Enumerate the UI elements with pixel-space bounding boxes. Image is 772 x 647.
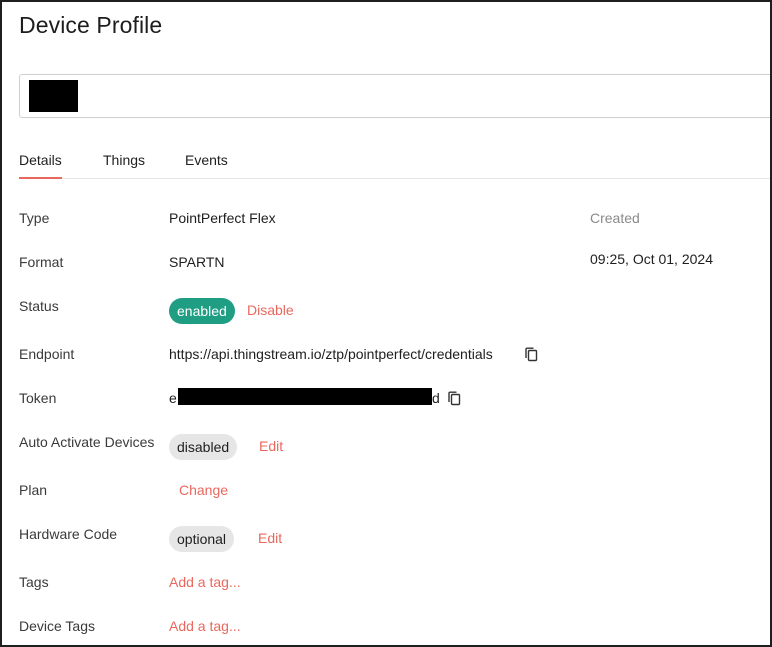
profile-name-field[interactable] — [19, 74, 770, 118]
redacted-name-block — [29, 80, 78, 112]
device-profile-panel: Device Profile Details Things Events Typ… — [0, 0, 772, 647]
add-tag-link[interactable]: Add a tag... — [169, 574, 241, 590]
tags-label: Tags — [19, 574, 49, 590]
auto-activate-edit-link[interactable]: Edit — [259, 438, 283, 454]
token-prefix: e — [169, 390, 177, 406]
plan-label: Plan — [19, 482, 48, 498]
format-label: Format — [19, 254, 64, 270]
status-label: Status — [19, 298, 59, 314]
page-title: Device Profile — [19, 12, 163, 38]
add-device-tag-link[interactable]: Add a tag... — [169, 618, 241, 634]
token-suffix: d — [432, 390, 440, 406]
tab-bar: Details Things Events — [19, 152, 770, 179]
auto-activate-badge: disabled — [169, 434, 238, 460]
format-value: SPARTN — [169, 254, 225, 270]
plan-change-link[interactable]: Change — [179, 482, 228, 498]
auto-activate-label: Auto Activate Devices — [19, 434, 155, 450]
endpoint-value: https://api.thingstream.io/ztp/pointperf… — [169, 346, 493, 362]
hardware-code-edit-link[interactable]: Edit — [258, 530, 282, 546]
copy-icon[interactable] — [447, 391, 461, 406]
status-badge: enabled — [169, 298, 235, 324]
type-label: Type — [19, 210, 50, 226]
tab-things[interactable]: Things — [103, 152, 145, 178]
endpoint-label: Endpoint — [19, 346, 75, 362]
copy-icon[interactable] — [524, 347, 538, 362]
tab-events[interactable]: Events — [185, 152, 228, 178]
created-label: Created — [590, 210, 640, 226]
tab-details[interactable]: Details — [19, 152, 62, 179]
type-value: PointPerfect Flex — [169, 210, 276, 226]
disable-link[interactable]: Disable — [247, 302, 294, 318]
created-value: 09:25, Oct 01, 2024 — [590, 251, 713, 267]
token-label: Token — [19, 390, 57, 406]
hardware-code-label: Hardware Code — [19, 526, 118, 542]
token-redaction — [178, 388, 432, 405]
device-tags-label: Device Tags — [19, 618, 96, 634]
hardware-code-badge: optional — [169, 526, 235, 552]
